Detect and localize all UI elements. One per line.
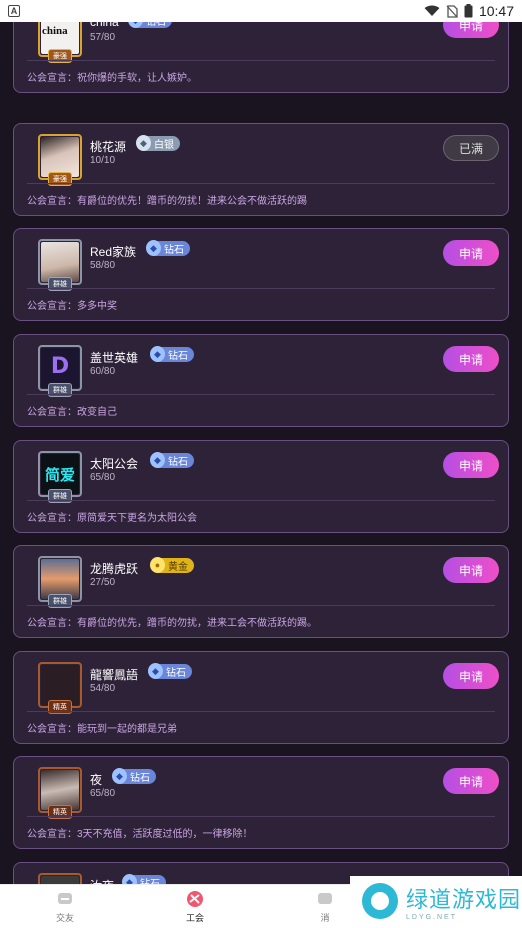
divider (27, 711, 495, 712)
diamond-icon: ◆ (150, 346, 165, 362)
guild-name: Red家族 (90, 245, 137, 259)
guild-card[interactable]: 群雄 Red家族 ◆ 钻石 58/80 申请 公会宣言：多多中奖 (13, 228, 509, 321)
tier-badge: ◆钻石 (112, 768, 156, 784)
member-count: 58/80 (90, 260, 116, 271)
guild-motto: 公会宣言：有爵位的优先，蹭币的勿扰，进来工会不做活跃的踢。 (27, 618, 317, 629)
guild-motto: 公会宣言：改变自己 (27, 407, 117, 418)
guild-name: 太阳公会 (90, 457, 139, 471)
tier-badge: ◆ 白银 (136, 135, 180, 151)
guild-card[interactable]: 豪强 桃花源 ◆ 白银 10/10 已满 公会宣言：有爵位的优先！蹭币的勿扰！进来… (13, 123, 509, 216)
guild-motto: 公会宣言：有爵位的优先！蹭币的勿扰！进来公会不做活跃的踢 (27, 196, 307, 207)
guild-name: 盖世英雄 (90, 351, 139, 365)
guild-motto: 公会宣言：祝你爆的手软，让人嫉妒。 (27, 73, 197, 84)
divider (27, 816, 495, 817)
gold-coin-icon: ● (150, 557, 165, 573)
guild-avatar: 群雄 (38, 239, 82, 291)
guild-avatar: china 豪强 (38, 22, 82, 63)
chat-icon (58, 892, 72, 904)
member-count: 60/80 (90, 366, 116, 377)
tab-label: 工会 (185, 912, 204, 923)
guild-card[interactable]: 群雄 龙腾虎跃 ● 黄金 27/50 申请 公会宣言：有爵位的优先，蹭币的勿扰，进… (13, 545, 509, 638)
member-count: 57/80 (90, 32, 116, 43)
wifi-icon (424, 5, 440, 16)
guild-list[interactable]: china 豪强 china ◆钻石 57/80 申请 公会宣言：祝你爆的手软，… (0, 22, 522, 884)
member-count: 10/10 (90, 155, 116, 166)
apply-button[interactable]: 申请 (443, 557, 499, 583)
status-bar: A 10:47 (0, 0, 522, 22)
tier-badge: ◆钻石 (150, 452, 194, 468)
tier-badge: ◆钻石 (148, 663, 192, 679)
apply-button[interactable]: 申请 (443, 452, 499, 478)
divider (27, 605, 495, 606)
apply-button[interactable]: 申请 (443, 768, 499, 794)
apply-button[interactable]: 申请 (443, 22, 499, 38)
guild-card[interactable]: D 群雄 盖世英雄 ◆ 钻石 60/80 申请 公会宣言：改变自己 (13, 334, 509, 427)
divider (27, 60, 495, 61)
diamond-icon: ◆ (136, 135, 151, 151)
tier-badge: ● 黄金 (150, 557, 194, 573)
app-notification-icon: A (8, 5, 20, 17)
tier-badge: ◆钻石 (128, 22, 172, 28)
guild-card[interactable]: 精英 夜 ◆ 钻石 65/80 申请 公会宣言：3天不充值，活跃度过低的，一律移除… (13, 756, 509, 849)
diamond-icon: ◆ (112, 768, 127, 784)
guild-name: 桃花源 (90, 140, 127, 154)
guild-card[interactable]: 精英 龍響鳳語 ◆ 钻石 54/80 申请 公会宣言：能玩到一起的都是兄弟 (13, 651, 509, 744)
member-count: 27/50 (90, 577, 116, 588)
member-count: 54/80 (90, 683, 116, 694)
guild-motto: 公会宣言：能玩到一起的都是兄弟 (27, 724, 177, 735)
message-icon (318, 892, 332, 904)
clock: 10:47 (478, 3, 514, 19)
apply-button[interactable]: 申请 (443, 346, 499, 372)
guild-name: 夜 (90, 773, 103, 787)
battery-icon (464, 4, 473, 18)
tier-badge: ◆钻石 (150, 346, 194, 362)
watermark-subtitle: LDYG.NET (406, 913, 458, 921)
guild-avatar: 群雄 (38, 556, 82, 608)
watermark-title: 绿道游戏园 (406, 887, 522, 913)
guild-motto: 公会宣言：3天不充值，活跃度过低的，一律移除！ (27, 829, 253, 840)
diamond-icon: ◆ (148, 663, 163, 679)
diamond-icon: ◆ (146, 240, 161, 256)
divider (27, 288, 495, 289)
diamond-icon: ◆ (150, 452, 165, 468)
divider (27, 500, 495, 501)
tab-social[interactable]: 交友 (0, 885, 130, 928)
guild-name: 龙腾虎跃 (90, 562, 139, 576)
tier-badge: ◆钻石 (146, 240, 190, 256)
guild-name: 汝夜 (90, 877, 114, 884)
tab-guild[interactable]: 工会 (130, 885, 260, 928)
diamond-icon: ◆ (122, 874, 137, 884)
no-sim-icon (446, 4, 458, 18)
tier-badge: ◆钻石 (122, 874, 166, 884)
tab-label: 交友 (55, 912, 74, 923)
tab-label: 消 (320, 912, 330, 923)
guild-avatar: 精英 (38, 767, 82, 819)
watermark-logo-icon (362, 883, 398, 919)
guild-motto: 公会宣言：原简爱天下更名为太阳公会 (27, 513, 197, 524)
watermark: 绿道游戏园 LDYG.NET (350, 876, 522, 926)
member-count: 65/80 (90, 788, 116, 799)
divider (27, 394, 495, 395)
guild-avatar: 简爱 群雄 (38, 451, 82, 503)
guild-avatar: 精英 (38, 662, 82, 714)
divider (27, 183, 495, 184)
guild-avatar (38, 873, 82, 884)
guild-name: china (90, 22, 119, 29)
full-button[interactable]: 已满 (443, 135, 499, 161)
apply-button[interactable]: 申请 (443, 663, 499, 689)
member-count: 65/80 (90, 472, 116, 483)
guild-icon (187, 890, 203, 907)
diamond-icon: ◆ (128, 22, 143, 28)
guild-motto: 公会宣言：多多中奖 (27, 301, 117, 312)
guild-avatar: D 群雄 (38, 345, 82, 397)
apply-button[interactable]: 申请 (443, 240, 499, 266)
guild-avatar: 豪强 (38, 134, 82, 186)
guild-name: 龍響鳳語 (90, 668, 139, 682)
guild-card[interactable]: 简爱 群雄 太阳公会 ◆ 钻石 65/80 申请 公会宣言：原简爱天下更名为太阳公… (13, 440, 509, 533)
guild-card[interactable]: china 豪强 china ◆钻石 57/80 申请 公会宣言：祝你爆的手软，… (13, 22, 509, 93)
